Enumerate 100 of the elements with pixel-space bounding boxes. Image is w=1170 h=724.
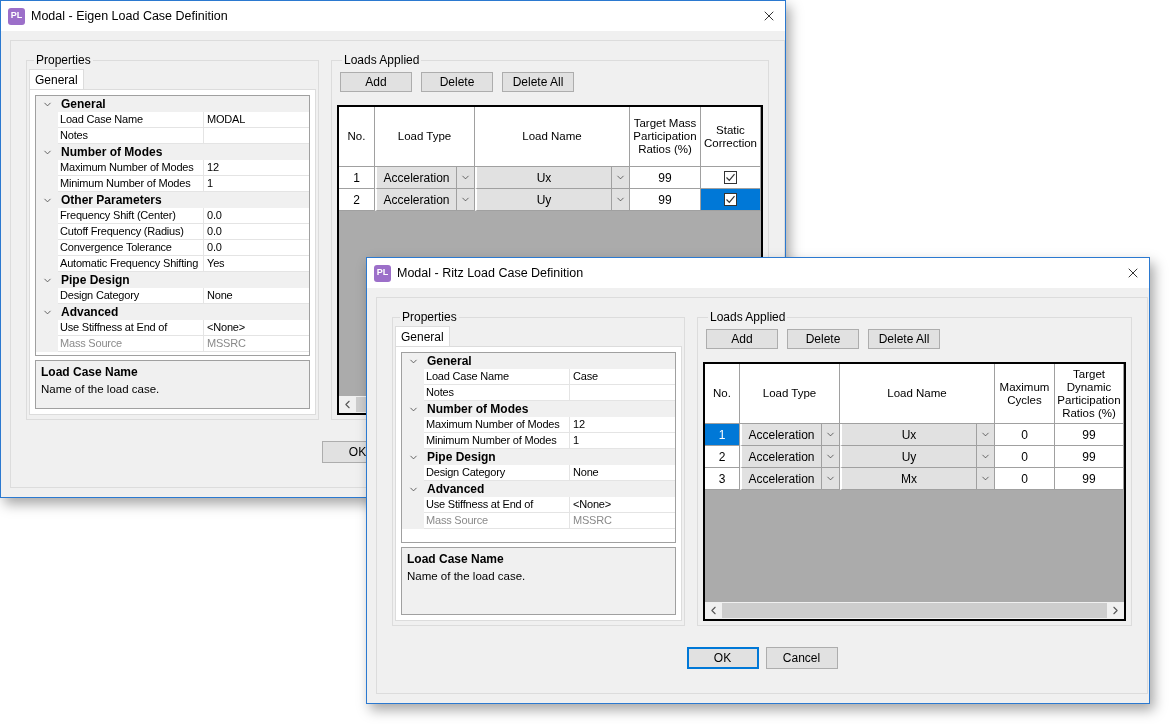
table-cell: 0 (995, 468, 1055, 490)
property-row[interactable]: Maximum Number of Modes 12 (36, 160, 309, 176)
description-title: Load Case Name (41, 364, 139, 381)
horizontal-scrollbar[interactable] (705, 602, 1124, 619)
table-cell: 2 (705, 446, 740, 468)
app-logo: PL (8, 7, 25, 25)
group-label: Loads Applied (709, 309, 787, 326)
dropdown[interactable]: Acceleration (740, 446, 840, 468)
toolbar-button[interactable]: Delete All (868, 329, 940, 349)
property-value: Yes (204, 256, 309, 272)
category-label: Number of Modes (60, 144, 163, 161)
dropdown[interactable]: Uy (840, 446, 995, 468)
category-label: Pipe Design (426, 449, 496, 466)
toolbar-button[interactable]: Add (340, 72, 412, 92)
property-value: None (570, 465, 675, 481)
property-row[interactable]: Design Category None (36, 288, 309, 304)
property-name: Load Case Name (58, 112, 204, 128)
property-row[interactable]: Use Stiffness at End of <None> (402, 497, 675, 513)
dialog-button[interactable]: OK (686, 647, 759, 669)
checkbox[interactable] (724, 171, 737, 184)
property-value: None (204, 288, 309, 304)
column-header: Load Type (740, 364, 840, 424)
property-row[interactable]: Use Stiffness at End of <None> (36, 320, 309, 336)
dropdown[interactable]: Acceleration (375, 167, 475, 189)
category-row[interactable]: General (36, 96, 309, 112)
dropdown[interactable]: Acceleration (740, 424, 840, 446)
property-value: 0.0 (204, 240, 309, 256)
property-row[interactable]: Load Case Name MODAL (36, 112, 309, 128)
checkbox[interactable] (724, 193, 737, 206)
property-row[interactable]: Maximum Number of Modes 12 (402, 417, 675, 433)
toolbar-button[interactable]: Delete (421, 72, 493, 92)
property-name: Cutoff Frequency (Radius) (58, 224, 204, 240)
property-row[interactable]: Minimum Number of Modes 1 (36, 176, 309, 192)
table-cell: 99 (630, 189, 701, 211)
category-row[interactable]: Other Parameters (36, 192, 309, 208)
property-value: MSSRC (570, 513, 675, 529)
app-logo: PL (374, 264, 391, 282)
tab[interactable]: General (395, 326, 450, 346)
property-name: Minimum Number of Modes (58, 176, 204, 192)
description-text: Name of the load case. (407, 569, 527, 584)
table-cell: 0 (995, 446, 1055, 468)
column-header: Load Name (840, 364, 995, 424)
property-name: Minimum Number of Modes (424, 433, 570, 449)
column-header: No. (339, 107, 375, 167)
property-row[interactable]: Notes (36, 128, 309, 144)
dropdown[interactable]: Uy (475, 189, 630, 211)
property-row[interactable]: Frequency Shift (Center) 0.0 (36, 208, 309, 224)
property-value: Case (570, 369, 675, 385)
column-header: Load Type (375, 107, 475, 167)
property-value: 0.0 (204, 224, 309, 240)
dropdown[interactable]: Acceleration (375, 189, 475, 211)
property-name: Maximum Number of Modes (424, 417, 570, 433)
column-header: Target Dynamic Participation Ratios (%) (1055, 364, 1124, 424)
property-name: Use Stiffness at End of (58, 320, 204, 336)
toolbar-button[interactable]: Delete (787, 329, 859, 349)
property-name: Automatic Frequency Shifting (58, 256, 204, 272)
property-value: 12 (204, 160, 309, 176)
property-row[interactable]: Notes (402, 385, 675, 401)
table-cell: 99 (1055, 468, 1124, 490)
table-cell: 99 (630, 167, 701, 189)
column-header: Maximum Cycles (995, 364, 1055, 424)
group-label: Properties (401, 309, 458, 326)
category-row[interactable]: Pipe Design (36, 272, 309, 288)
category-label: Advanced (60, 304, 119, 321)
category-row[interactable]: Number of Modes (36, 144, 309, 160)
toolbar-button[interactable]: Delete All (502, 72, 574, 92)
toolbar-button[interactable]: Add (706, 329, 778, 349)
table-cell: 0 (995, 424, 1055, 446)
column-header: Static Correction (701, 107, 761, 167)
category-row[interactable]: Advanced (402, 481, 675, 497)
column-header: Target Mass Participation Ratios (%) (630, 107, 701, 167)
category-label: General (60, 96, 106, 113)
dropdown[interactable]: Ux (475, 167, 630, 189)
dropdown[interactable]: Mx (840, 468, 995, 490)
property-row[interactable]: Load Case Name Case (402, 369, 675, 385)
category-row[interactable]: Advanced (36, 304, 309, 320)
category-label: Other Parameters (60, 192, 162, 209)
category-label: Advanced (426, 481, 485, 498)
dialog-button[interactable]: Cancel (765, 647, 838, 669)
property-value: 1 (204, 176, 309, 192)
column-header: No. (705, 364, 740, 424)
table-cell: 2 (339, 189, 375, 211)
tab[interactable]: General (29, 69, 84, 89)
window-title: Modal - Eigen Load Case Definition (31, 7, 228, 25)
category-row[interactable]: Number of Modes (402, 401, 675, 417)
table-cell: 3 (705, 468, 740, 490)
property-row[interactable]: Minimum Number of Modes 1 (402, 433, 675, 449)
category-label: Number of Modes (426, 401, 529, 418)
property-row[interactable]: Automatic Frequency Shifting Yes (36, 256, 309, 272)
property-name: Notes (58, 128, 204, 144)
property-row[interactable]: Design Category None (402, 465, 675, 481)
property-row[interactable]: Cutoff Frequency (Radius) 0.0 (36, 224, 309, 240)
dropdown[interactable]: Acceleration (740, 468, 840, 490)
category-row[interactable]: General (402, 353, 675, 369)
group-label: Loads Applied (343, 52, 421, 69)
dropdown[interactable]: Ux (840, 424, 995, 446)
property-row[interactable]: Convergence Tolerance 0.0 (36, 240, 309, 256)
scroll-thumb[interactable] (722, 603, 1107, 618)
property-value: <None> (204, 320, 309, 336)
category-row[interactable]: Pipe Design (402, 449, 675, 465)
